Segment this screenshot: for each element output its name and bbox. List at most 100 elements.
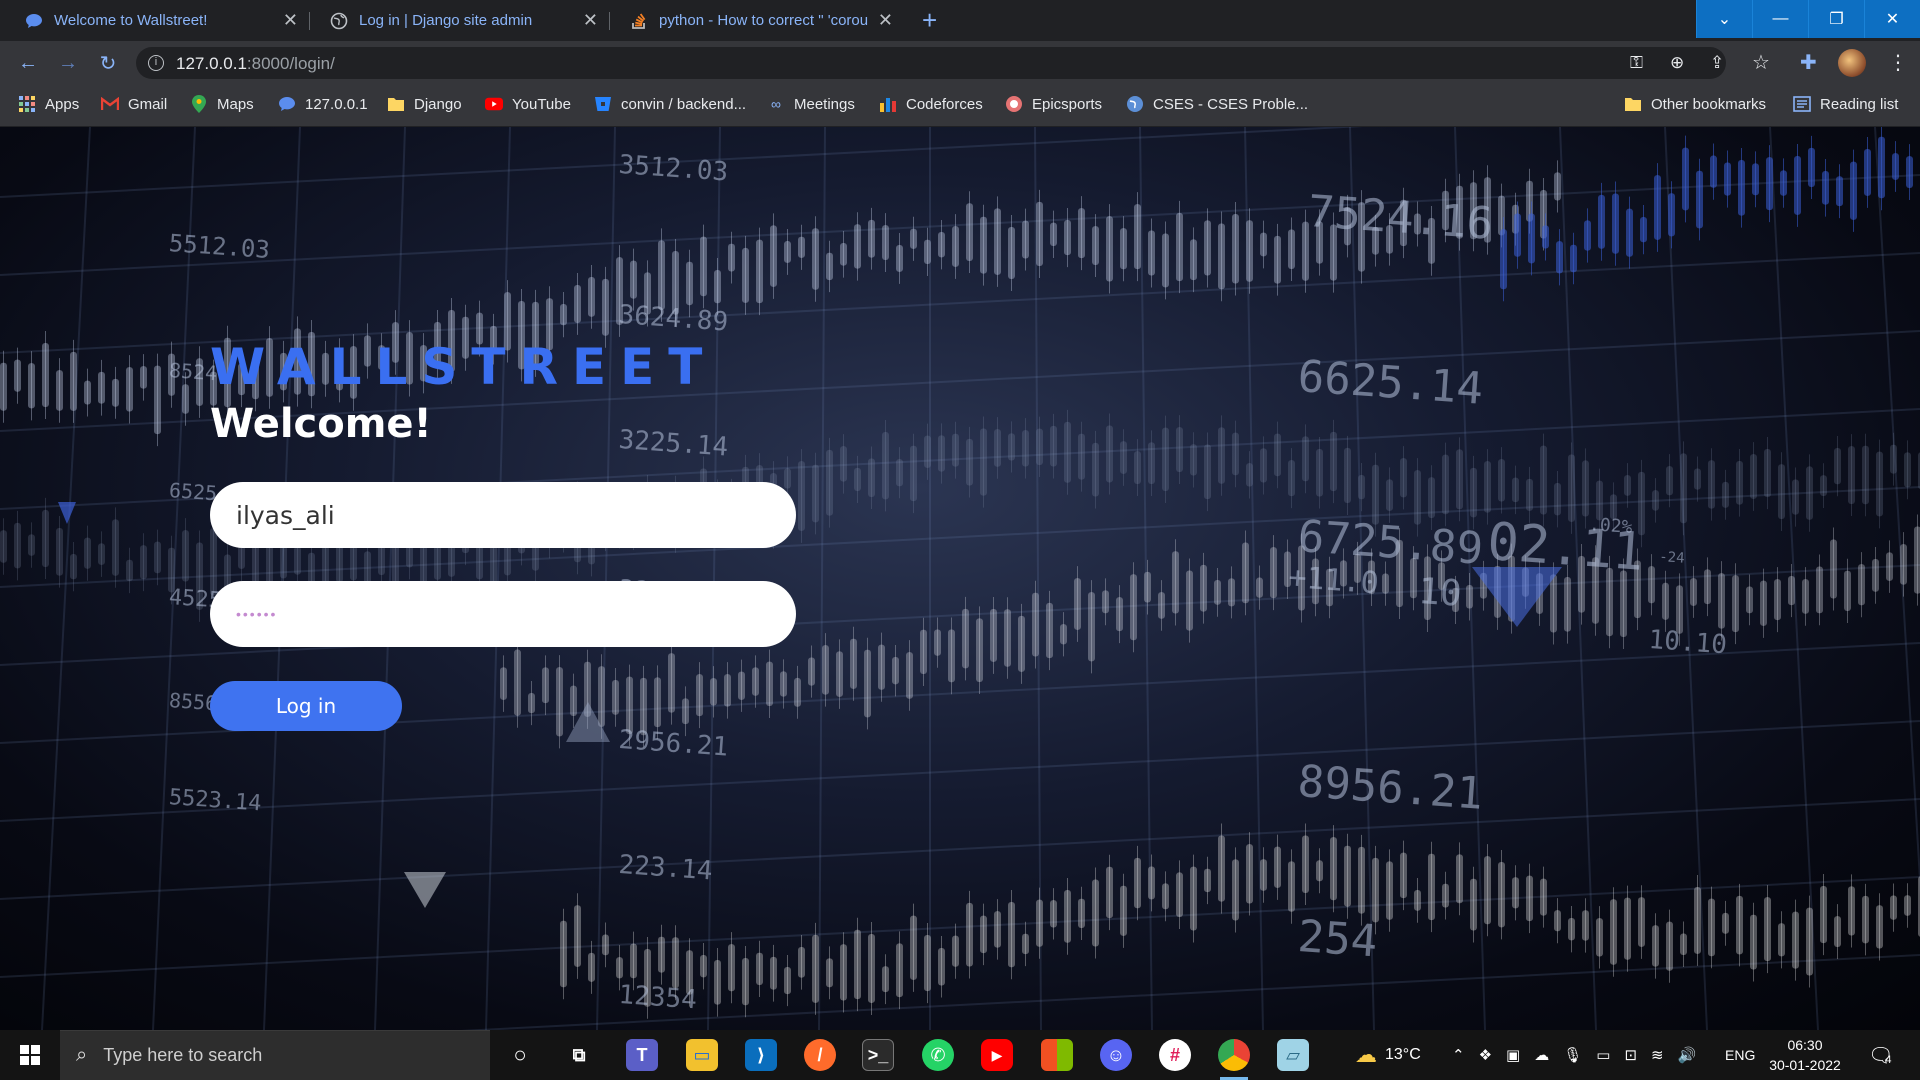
search-placeholder: Type here to search: [103, 1045, 263, 1065]
system-tray-icons: ⌃ ❖ ▣ ☁ 🎙 ▭ ⊡ ≋ 🔊: [1452, 1030, 1696, 1080]
dropbox-icon[interactable]: ❖: [1479, 1046, 1492, 1064]
clock-time: 06:30: [1787, 1037, 1823, 1053]
reading-list[interactable]: Reading list: [1793, 95, 1898, 113]
bookmark-meetings[interactable]: ∞ Meetings: [767, 95, 855, 113]
bookmark-apps[interactable]: Apps: [18, 95, 79, 113]
meet-now-icon[interactable]: ▣: [1506, 1046, 1520, 1064]
close-window-icon[interactable]: ✕: [1864, 0, 1920, 38]
profile-avatar[interactable]: [1838, 49, 1866, 77]
close-icon[interactable]: ✕: [283, 10, 298, 30]
tab-welcome[interactable]: Welcome to Wallstreet! ✕: [0, 0, 310, 41]
close-icon[interactable]: ✕: [878, 10, 893, 30]
task-view-icon[interactable]: ⧉: [563, 1039, 595, 1071]
reload-icon[interactable]: ↻: [96, 51, 120, 75]
terminal-icon[interactable]: >_: [862, 1039, 894, 1071]
bookmark-codeforces[interactable]: Codeforces: [879, 95, 983, 113]
site-info-icon[interactable]: i: [148, 55, 164, 71]
bookmark-epicsports[interactable]: Epicsports: [1005, 95, 1102, 113]
apps-grid-icon: [18, 95, 36, 113]
chat-bubble-icon: [278, 95, 296, 113]
key-icon[interactable]: ⚿: [1630, 53, 1643, 73]
background-number: 6625.14: [1296, 351, 1485, 415]
cortana-circle-icon[interactable]: ○: [504, 1039, 536, 1071]
bookmark-label: 127.0.0.1: [305, 95, 368, 113]
bookmark-youtube[interactable]: YouTube: [485, 95, 571, 113]
epicsports-icon: [1005, 95, 1023, 113]
display-icon[interactable]: ⊡: [1624, 1046, 1637, 1064]
tray-overflow-chevron-icon[interactable]: ⌃: [1452, 1046, 1465, 1064]
forward-arrow-icon[interactable]: →: [56, 51, 80, 75]
grid-line: [0, 127, 1364, 198]
username-field[interactable]: ilyas_ali: [210, 482, 796, 548]
background-number: 10: [1417, 571, 1463, 615]
bookmark-bitbucket[interactable]: convin / backend...: [594, 95, 746, 113]
back-arrow-icon[interactable]: ←: [16, 51, 40, 75]
search-icon: ⌕: [76, 1044, 88, 1066]
slack-icon[interactable]: #: [1159, 1039, 1191, 1071]
login-button[interactable]: Log in: [210, 681, 402, 731]
address-bar[interactable]: i 127.0.0.1:8000/login/ ⚿ ⊕ ⇪: [136, 47, 1726, 79]
chat-bubble-icon: [24, 11, 44, 31]
bookmark-label: Other bookmarks: [1651, 95, 1767, 113]
taskbar-clock[interactable]: 06:30 30-01-2022: [1762, 1035, 1848, 1075]
onedrive-cloud-icon[interactable]: ☁: [1534, 1046, 1549, 1064]
tab-stackoverflow[interactable]: python - How to correct " 'corou ✕: [605, 0, 905, 41]
share-icon[interactable]: ⇪: [1710, 53, 1724, 73]
new-tab-plus-icon[interactable]: +: [922, 7, 937, 33]
wifi-icon[interactable]: ≋: [1651, 1046, 1664, 1064]
file-explorer-icon[interactable]: ▭: [686, 1039, 718, 1071]
language-indicator[interactable]: ENG: [1725, 1030, 1755, 1080]
minimize-icon[interactable]: —: [1752, 0, 1808, 38]
browser-toolbar: ← → ↻ i 127.0.0.1:8000/login/ ⚿ ⊕ ⇪ ☆ ✚ …: [0, 41, 1920, 84]
bookmark-label: Apps: [45, 95, 80, 113]
youtube-app-icon[interactable]: ▶: [981, 1039, 1013, 1071]
weather-widget[interactable]: ☁ 13°C: [1355, 1030, 1421, 1080]
windows-start-icon[interactable]: [0, 1030, 60, 1080]
microphone-icon[interactable]: 🎙: [1563, 1046, 1582, 1064]
vscode-icon[interactable]: ⟩: [745, 1039, 777, 1071]
menu-kebab-icon[interactable]: ⋮: [1888, 50, 1908, 75]
restore-icon[interactable]: ❐: [1808, 0, 1864, 38]
discord-icon[interactable]: ☺: [1100, 1039, 1132, 1071]
bookmark-star-icon[interactable]: ☆: [1752, 50, 1770, 75]
weather-temperature: 13°C: [1385, 1046, 1421, 1063]
bookmark-django[interactable]: Django: [387, 95, 462, 113]
postman-icon[interactable]: /: [804, 1039, 836, 1071]
extensions-puzzle-icon[interactable]: ✚: [1800, 50, 1817, 75]
taskbar-search-box[interactable]: ⌕ Type here to search: [60, 1030, 490, 1080]
grid-line: [0, 798, 1920, 900]
zoom-icon[interactable]: ⊕: [1670, 53, 1684, 73]
bookmark-label: Epicsports: [1032, 95, 1103, 113]
meetings-icon: ∞: [771, 96, 781, 112]
bookmark-label: Gmail: [128, 95, 168, 113]
notes-app-icon[interactable]: ▱: [1277, 1039, 1309, 1071]
office-icon[interactable]: [1041, 1039, 1073, 1071]
teams-icon[interactable]: T: [626, 1039, 658, 1071]
grid-line: [0, 876, 1920, 978]
volume-icon[interactable]: 🔊: [1678, 1046, 1697, 1064]
battery-icon[interactable]: ▭: [1596, 1046, 1610, 1064]
globe-icon: [329, 11, 349, 31]
bookmarks-bar: Apps Gmail Maps 127.0.0.1 Django YouTube…: [0, 84, 1920, 127]
whatsapp-icon[interactable]: ✆: [922, 1039, 954, 1071]
bookmark-gmail[interactable]: Gmail: [101, 95, 167, 113]
bookmark-other[interactable]: Other bookmarks: [1624, 95, 1766, 113]
background-number: 10.10: [1648, 625, 1728, 660]
background-number: 5512.03: [168, 229, 271, 264]
notification-center[interactable]: 🗨 4: [1868, 1030, 1893, 1080]
youtube-icon: [485, 95, 503, 113]
tab-django-admin[interactable]: Log in | Django site admin ✕: [305, 0, 610, 41]
windows-taskbar: ⌕ Type here to search ○ ⧉ T ▭ ⟩ / >_ ✆ ▶…: [0, 1030, 1920, 1080]
gmail-icon: [101, 95, 119, 113]
bookmark-label: CSES - CSES Proble...: [1153, 95, 1309, 113]
bookmark-localhost[interactable]: 127.0.0.1: [278, 95, 368, 113]
close-icon[interactable]: ✕: [583, 10, 598, 30]
tab-strip: Welcome to Wallstreet! ✕ Log in | Django…: [0, 0, 1920, 47]
chrome-icon[interactable]: [1218, 1039, 1250, 1080]
bookmark-maps[interactable]: Maps: [190, 95, 254, 113]
bookmark-cses[interactable]: CSES - CSES Proble...: [1126, 95, 1308, 113]
password-field[interactable]: ••••••: [210, 581, 796, 647]
tab-title: Welcome to Wallstreet!: [54, 12, 208, 29]
tab-search-chevron-icon[interactable]: ⌄: [1696, 0, 1752, 38]
background-number: +11.0: [1287, 560, 1380, 601]
